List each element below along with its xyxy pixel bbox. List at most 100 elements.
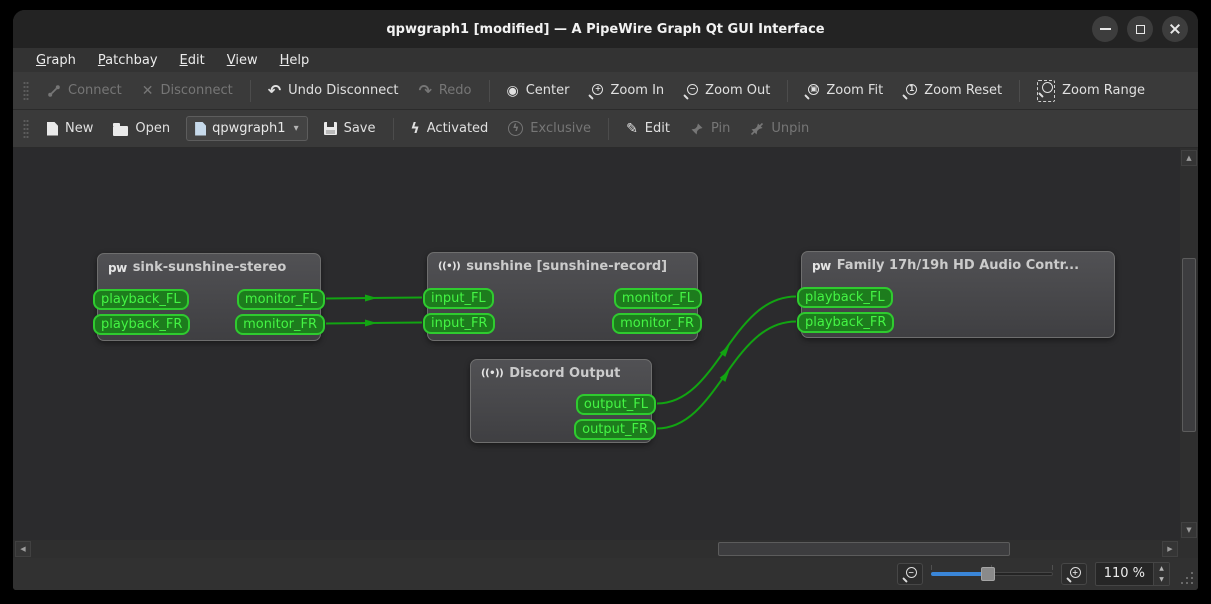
node-sunshine[interactable]: ((•)) sunshine [sunshine-record] input_F… <box>423 252 702 341</box>
unpin-icon <box>751 122 764 135</box>
open-button[interactable]: Open <box>103 114 180 143</box>
toolbar-drag-handle[interactable] <box>23 80 29 101</box>
minimize-icon <box>1099 28 1111 30</box>
node-title-label: sink-sunshine-stereo <box>132 260 287 275</box>
vertical-scrollbar[interactable]: ▲ ▼ <box>1180 148 1198 540</box>
port-playback_FL[interactable]: playback_FL <box>93 289 189 310</box>
zoom-spinners: ▲ ▼ <box>1153 563 1169 585</box>
zoom-fit-icon: ▣ <box>805 83 820 98</box>
toolbar-separator <box>608 117 610 140</box>
unpin-button[interactable]: Unpin <box>740 114 819 143</box>
edit-button[interactable]: ✎ Edit <box>616 114 680 143</box>
pipewire-icon: pw <box>108 260 127 275</box>
save-button[interactable]: Save <box>314 114 386 143</box>
chevron-down-icon: ▾ <box>293 123 299 134</box>
menu-edit[interactable]: Edit <box>171 51 214 70</box>
activated-label: Activated <box>426 121 489 136</box>
port-input_FR[interactable]: input_FR <box>423 313 496 334</box>
horizontal-scrollbar[interactable]: ◀ ▶ <box>13 540 1180 558</box>
scroll-right-button[interactable]: ▶ <box>1162 541 1178 557</box>
spin-up-button[interactable]: ▲ <box>1154 563 1169 574</box>
center-label: Center <box>525 83 570 98</box>
horizontal-scrollbar-thumb[interactable] <box>718 542 1010 556</box>
zoom-value[interactable]: 110 % <box>1096 563 1153 585</box>
center-icon: ◉ <box>506 82 519 99</box>
scroll-right-icon: ▶ <box>1167 545 1173 553</box>
new-button[interactable]: New <box>37 114 103 143</box>
zoom-fit-button[interactable]: ▣ Zoom Fit <box>795 76 893 105</box>
node-header[interactable]: ((•)) Discord Output <box>471 360 651 387</box>
session-combobox[interactable]: qpwgraph1 ▾ <box>186 116 308 141</box>
close-button[interactable] <box>1162 16 1188 42</box>
zoom-slider-track-empty[interactable] <box>986 572 1053 576</box>
port-monitor_FL[interactable]: monitor_FL <box>236 289 325 310</box>
zoom-reset-icon: 1 <box>903 83 918 98</box>
file-toolbar: New Open qpwgraph1 ▾ Save ϟ Activated ϟ … <box>13 110 1198 148</box>
graph-canvas[interactable]: pw sink-sunshine-stereo playback_FL play… <box>13 148 1180 540</box>
toolbar-drag-handle[interactable] <box>23 118 29 139</box>
connect-button[interactable]: Connect <box>37 76 132 105</box>
maximize-icon <box>1135 24 1145 34</box>
menu-view[interactable]: View <box>218 51 267 70</box>
menu-help[interactable]: Help <box>271 51 319 70</box>
scroll-left-button[interactable]: ◀ <box>15 541 31 557</box>
port-monitor_FR[interactable]: monitor_FR <box>612 313 702 334</box>
wire-arrow <box>365 294 377 302</box>
port-monitor_FL[interactable]: monitor_FL <box>613 288 702 309</box>
zoom-out-button[interactable]: − Zoom Out <box>674 76 780 105</box>
node-family-hd-audio[interactable]: pw Family 17h/19h HD Audio Contr... play… <box>797 251 1115 338</box>
undo-button[interactable]: ↶ Undo Disconnect <box>258 76 409 106</box>
scroll-left-icon: ◀ <box>20 545 26 553</box>
port-playback_FL[interactable]: playback_FL <box>797 287 893 308</box>
pin-button[interactable]: Pin <box>680 114 740 143</box>
zoom-range-sign <box>1042 81 1054 93</box>
port-output_FR[interactable]: output_FR <box>574 419 656 440</box>
slider-tick <box>1051 565 1053 570</box>
minimize-button[interactable] <box>1092 16 1118 42</box>
port-input_FL[interactable]: input_FL <box>423 288 494 309</box>
port-monitor_FR[interactable]: monitor_FR <box>235 314 325 335</box>
vertical-scrollbar-thumb[interactable] <box>1182 258 1196 432</box>
status-zoom-in-button[interactable]: + <box>1060 563 1087 585</box>
port-output_FL[interactable]: output_FL <box>575 394 656 415</box>
center-button[interactable]: ◉ Center <box>497 76 580 105</box>
node-header[interactable]: pw Family 17h/19h HD Audio Contr... <box>802 252 1114 279</box>
status-zoom-out-button[interactable]: − <box>896 563 923 585</box>
menu-patchbay[interactable]: Patchbay <box>89 51 167 70</box>
port-playback_FR[interactable]: playback_FR <box>797 312 895 333</box>
scroll-up-button[interactable]: ▲ <box>1181 150 1197 166</box>
titlebar[interactable]: qpwgraph1 [modified] — A PipeWire Graph … <box>13 10 1198 48</box>
stream-icon: ((•)) <box>481 368 504 379</box>
zoom-slider-track-filled[interactable] <box>930 572 987 576</box>
scroll-down-button[interactable]: ▼ <box>1181 522 1197 538</box>
exclusive-bolt-glyph: ϟ <box>512 123 520 134</box>
disconnect-label: Disconnect <box>160 83 233 98</box>
activated-button[interactable]: ϟ Activated <box>401 114 499 143</box>
maximize-button[interactable] <box>1127 16 1153 42</box>
node-sink-sunshine-stereo[interactable]: pw sink-sunshine-stereo playback_FL play… <box>93 253 325 341</box>
node-header[interactable]: pw sink-sunshine-stereo <box>98 254 320 281</box>
zoom-range-button[interactable]: Zoom Range <box>1027 73 1155 109</box>
zoom-in-button[interactable]: + Zoom In <box>579 76 674 105</box>
node-discord-output[interactable]: ((•)) Discord Output output_FL output_FR <box>470 359 656 443</box>
disconnect-button[interactable]: ✕ Disconnect <box>132 76 243 105</box>
spin-down-button[interactable]: ▼ <box>1154 574 1169 585</box>
zoom-reset-button[interactable]: 1 Zoom Reset <box>893 76 1012 105</box>
zoom-fit-sign: ▣ <box>808 83 820 95</box>
zoom-out-icon: − <box>903 567 917 581</box>
edit-pencil-icon: ✎ <box>626 120 638 137</box>
port-playback_FR[interactable]: playback_FR <box>93 314 191 335</box>
window-resize-grip[interactable] <box>1181 572 1194 585</box>
zoom-reset-sign: 1 <box>906 83 918 95</box>
node-header[interactable]: ((•)) sunshine [sunshine-record] <box>428 253 697 280</box>
zoom-reset-label: Zoom Reset <box>924 83 1003 98</box>
exclusive-button[interactable]: ϟ Exclusive <box>498 114 601 143</box>
zoom-out-icon: − <box>684 83 699 98</box>
zoom-spinbox[interactable]: 110 % ▲ ▼ <box>1094 562 1170 586</box>
zoom-slider[interactable] <box>930 563 1053 585</box>
zoom-slider-handle[interactable] <box>980 567 995 581</box>
toolbar-separator <box>392 117 394 140</box>
menu-graph[interactable]: Graph <box>27 51 85 70</box>
disconnect-icon: ✕ <box>141 82 154 99</box>
redo-button[interactable]: ↷ Redo <box>408 76 481 106</box>
